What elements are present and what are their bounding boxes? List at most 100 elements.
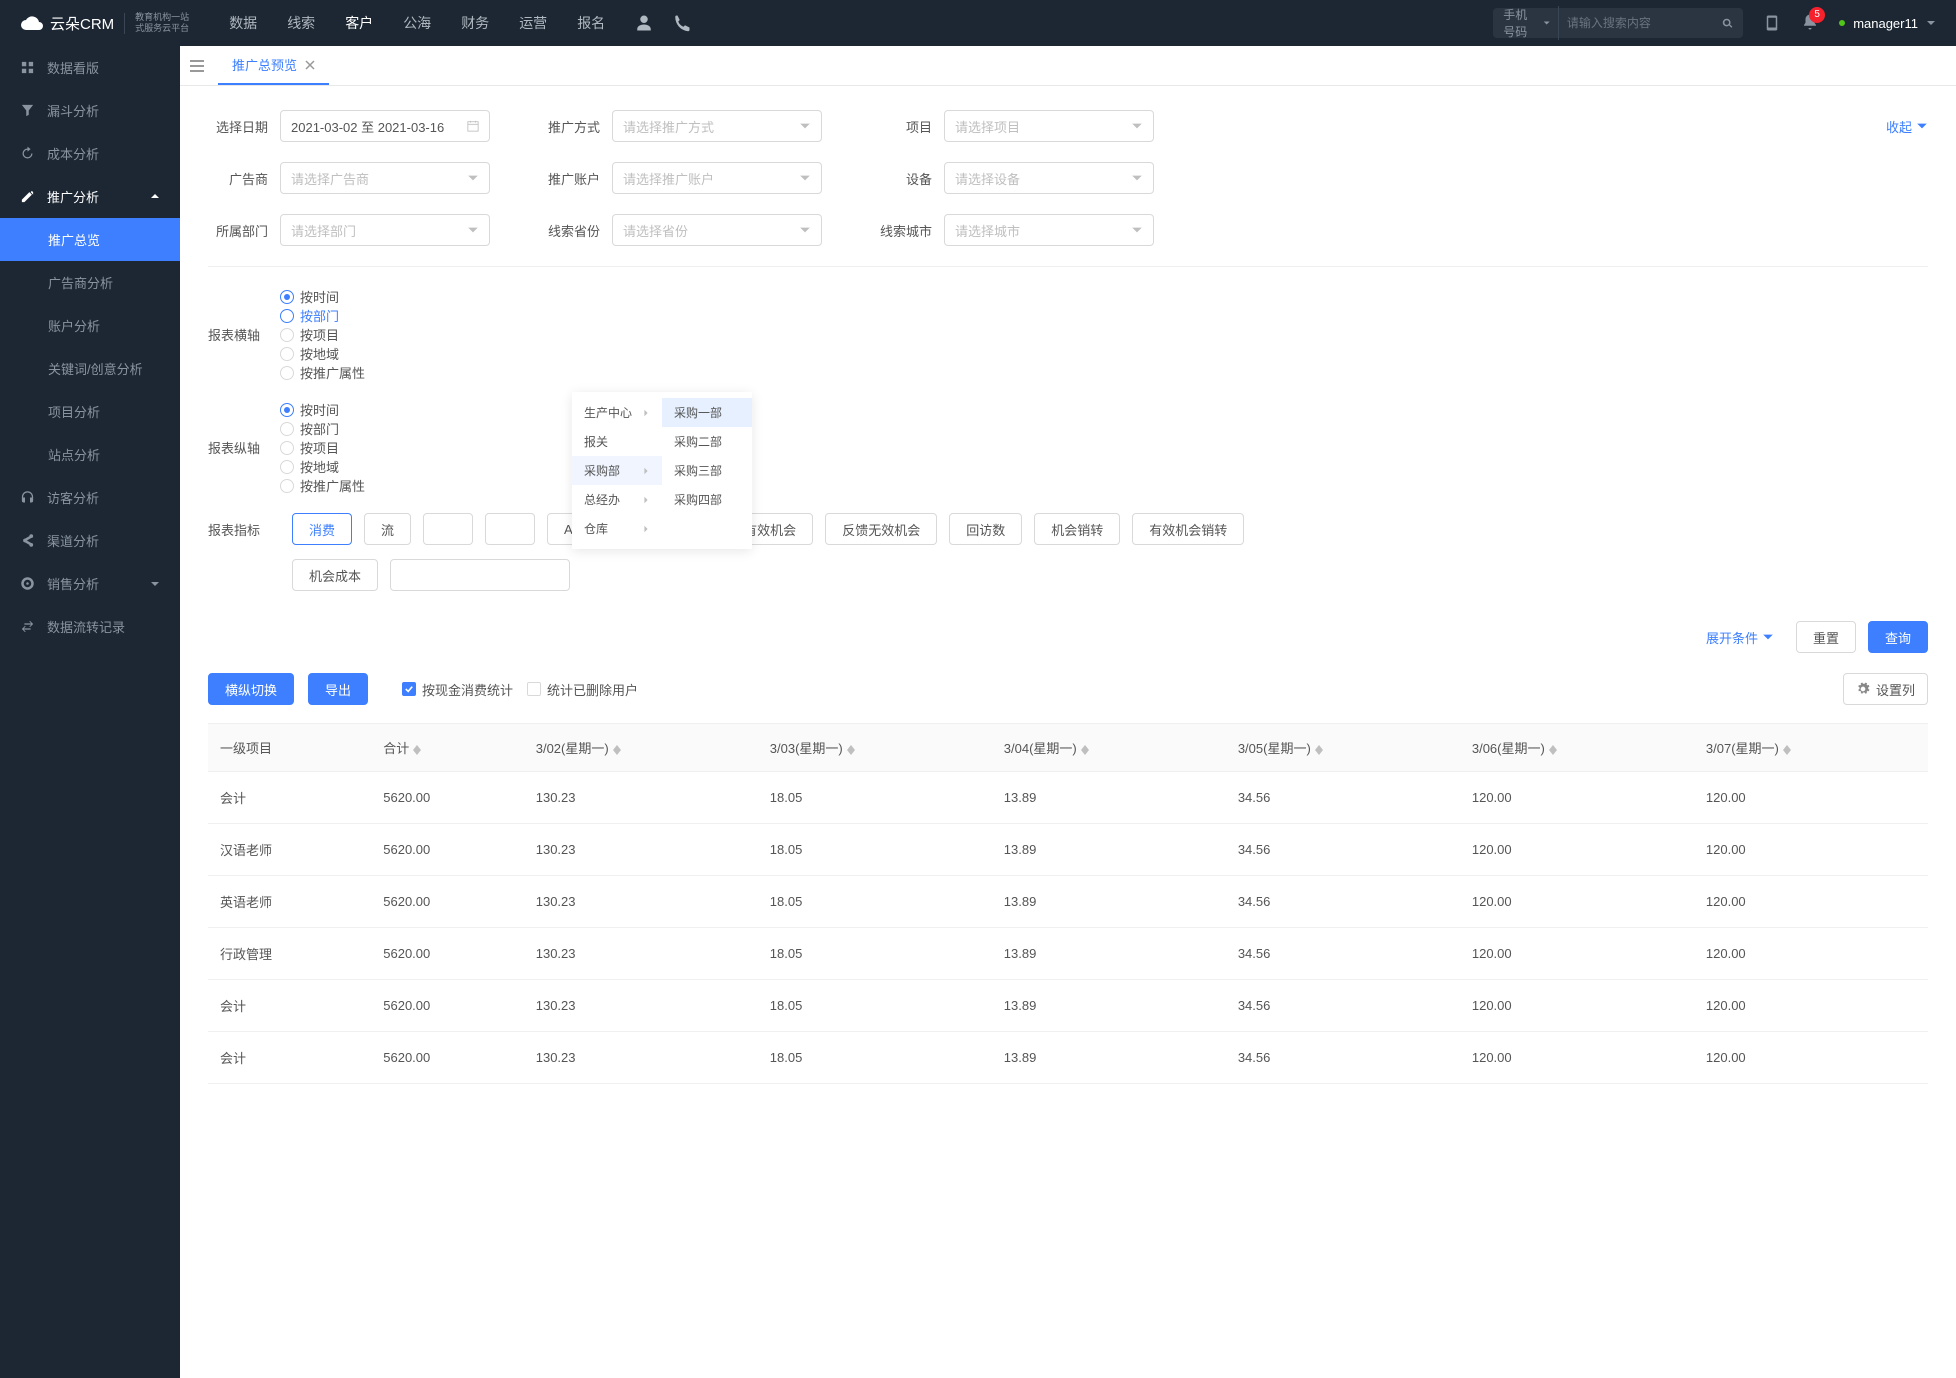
sidebar-item[interactable]: 渠道分析 <box>0 519 180 562</box>
table-header[interactable]: 3/06(星期一) <box>1460 724 1694 772</box>
topnav-item[interactable]: 公海 <box>403 13 431 33</box>
sidebar-item[interactable]: 成本分析 <box>0 132 180 175</box>
topnav-item[interactable]: 报名 <box>577 13 605 33</box>
device-icon[interactable] <box>1763 14 1781 32</box>
toggle-button[interactable]: 横纵切换 <box>208 673 294 705</box>
cascade-item[interactable]: 总经办 <box>572 485 662 514</box>
radio-option[interactable]: 按时间 <box>280 400 365 419</box>
chevron-right-icon <box>642 409 650 417</box>
metric-button[interactable]: 消费 <box>292 513 352 545</box>
menu-toggle-icon[interactable] <box>190 59 204 73</box>
table-header[interactable]: 3/03(星期一) <box>758 724 992 772</box>
table-header[interactable]: 一级项目 <box>208 724 371 772</box>
metric-button[interactable] <box>390 559 570 591</box>
dept-select[interactable]: 请选择部门 <box>280 214 490 246</box>
metric-button[interactable]: 回访数 <box>949 513 1022 545</box>
phone-icon[interactable] <box>673 14 691 32</box>
cascade-item[interactable]: 采购四部 <box>662 485 752 514</box>
table-header[interactable]: 3/04(星期一) <box>992 724 1226 772</box>
search-icon[interactable] <box>1722 16 1733 31</box>
query-button[interactable]: 查询 <box>1868 621 1928 653</box>
table-cell: 120.00 <box>1694 980 1928 1032</box>
search-input[interactable] <box>1567 16 1722 30</box>
metric-button[interactable]: 有效机会销转 <box>1132 513 1244 545</box>
table-header[interactable]: 3/02(星期一) <box>524 724 758 772</box>
sidebar-item[interactable]: 访客分析 <box>0 476 180 519</box>
radio-option[interactable]: 按推广属性 <box>280 363 365 382</box>
table-cell: 34.56 <box>1226 876 1460 928</box>
user-icon[interactable] <box>635 14 653 32</box>
account-select[interactable]: 请选择推广账户 <box>612 162 822 194</box>
cascade-item[interactable]: 采购二部 <box>662 427 752 456</box>
sidebar-subitem[interactable]: 账户分析 <box>0 304 180 347</box>
sidebar-item[interactable]: 数据流转记录 <box>0 605 180 648</box>
chevron-down-icon <box>799 172 811 184</box>
sidebar-item[interactable]: 数据看版 <box>0 46 180 89</box>
reset-button[interactable]: 重置 <box>1796 621 1856 653</box>
date-picker[interactable]: 2021-03-02 至 2021-03-16 <box>280 110 490 142</box>
advertiser-select[interactable]: 请选择广告商 <box>280 162 490 194</box>
metric-button[interactable]: 机会销转 <box>1034 513 1120 545</box>
table-header[interactable]: 3/05(星期一) <box>1226 724 1460 772</box>
radio-option[interactable]: 按部门 <box>280 419 365 438</box>
close-icon[interactable] <box>305 60 315 70</box>
cascade-item[interactable]: 仓库 <box>572 514 662 543</box>
radio-option[interactable]: 按部门 <box>280 306 365 325</box>
table-cell: 130.23 <box>524 772 758 824</box>
province-select[interactable]: 请选择省份 <box>612 214 822 246</box>
cascade-item[interactable]: 采购一部 <box>662 398 752 427</box>
project-select[interactable]: 请选择项目 <box>944 110 1154 142</box>
chevron-icon <box>150 579 160 589</box>
city-select[interactable]: 请选择城市 <box>944 214 1154 246</box>
radio-option[interactable]: 按地域 <box>280 457 365 476</box>
topnav-item[interactable]: 运营 <box>519 13 547 33</box>
sidebar-item[interactable]: 漏斗分析 <box>0 89 180 132</box>
topnav-item[interactable]: 数据 <box>229 13 257 33</box>
method-label: 推广方式 <box>540 117 600 136</box>
radio-option[interactable]: 按项目 <box>280 438 365 457</box>
topnav-item[interactable]: 线索 <box>287 13 315 33</box>
radio-option[interactable]: 按地域 <box>280 344 365 363</box>
sidebar-subitem[interactable]: 推广总览 <box>0 218 180 261</box>
chevron-right-icon <box>642 467 650 475</box>
cascade-dropdown: 生产中心报关采购部总经办仓库 采购一部采购二部采购三部采购四部 <box>572 392 752 549</box>
radio-option[interactable]: 按项目 <box>280 325 365 344</box>
cascade-item[interactable]: 生产中心 <box>572 398 662 427</box>
device-select[interactable]: 请选择设备 <box>944 162 1154 194</box>
sidebar-subitem[interactable]: 关键词/创意分析 <box>0 347 180 390</box>
metric-button[interactable] <box>485 513 535 545</box>
cascade-item[interactable]: 采购三部 <box>662 456 752 485</box>
search-box[interactable]: 手机号码 <box>1493 8 1743 38</box>
filter-row-2: 广告商 请选择广告商 推广账户 请选择推广账户 设备 请选择设备 <box>208 162 1928 194</box>
table-header[interactable]: 3/07(星期一) <box>1694 724 1928 772</box>
user-menu[interactable]: manager11 <box>1839 16 1936 31</box>
radio-option[interactable]: 按推广属性 <box>280 476 365 495</box>
cascade-item[interactable]: 报关 <box>572 427 662 456</box>
search-type[interactable]: 手机号码 <box>1503 6 1559 40</box>
notifications[interactable]: 5 <box>1801 13 1819 34</box>
method-select[interactable]: 请选择推广方式 <box>612 110 822 142</box>
settings-columns-button[interactable]: 设置列 <box>1843 673 1928 705</box>
metric-button[interactable]: 机会成本 <box>292 559 378 591</box>
expand-conditions[interactable]: 展开条件 <box>1706 628 1774 647</box>
sidebar-subitem[interactable]: 项目分析 <box>0 390 180 433</box>
sidebar-item[interactable]: 销售分析 <box>0 562 180 605</box>
metric-button[interactable]: 流 <box>364 513 411 545</box>
sidebar-item[interactable]: 推广分析 <box>0 175 180 218</box>
radio-option[interactable]: 按时间 <box>280 287 365 306</box>
sidebar-subitem[interactable]: 广告商分析 <box>0 261 180 304</box>
export-button[interactable]: 导出 <box>308 673 368 705</box>
sidebar-subitem[interactable]: 站点分析 <box>0 433 180 476</box>
topnav-item[interactable]: 财务 <box>461 13 489 33</box>
collapse-link[interactable]: 收起 <box>1886 117 1928 136</box>
metric-button[interactable] <box>423 513 473 545</box>
tab-overview[interactable]: 推广总预览 <box>218 46 329 85</box>
topnav-item[interactable]: 客户 <box>345 13 373 33</box>
cascade-item[interactable]: 采购部 <box>572 456 662 485</box>
logo[interactable]: 云朵CRM 教育机构一站 式服务云平台 <box>20 11 189 35</box>
table-header[interactable]: 合计 <box>371 724 523 772</box>
deleted-stat-checkbox[interactable]: 统计已删除用户 <box>527 680 638 699</box>
cash-stat-checkbox[interactable]: 按现金消费统计 <box>402 680 513 699</box>
gear-icon <box>1856 682 1870 696</box>
metric-button[interactable]: 反馈无效机会 <box>825 513 937 545</box>
